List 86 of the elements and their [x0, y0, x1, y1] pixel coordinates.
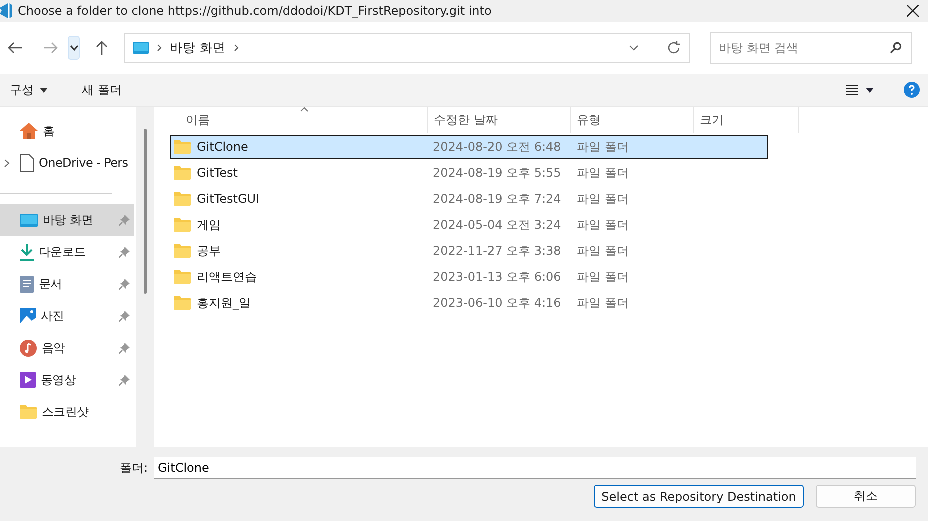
file-type: 파일 폴더	[576, 268, 630, 286]
folder-name-field[interactable]: GitClone	[154, 457, 916, 479]
up-button[interactable]	[94, 39, 110, 57]
file-row[interactable]: 게임 2024-05-04 오전 3:24 파일 폴더	[170, 213, 768, 237]
file-name: 게임	[197, 216, 221, 234]
sidebar-item[interactable]: 음악	[0, 332, 134, 364]
app-logo-icon	[0, 3, 12, 19]
close-icon	[907, 5, 919, 17]
refresh-icon[interactable]	[667, 41, 681, 55]
sidebar-item[interactable]: 문서	[0, 268, 134, 300]
sort-up-icon	[300, 107, 309, 112]
address-bar[interactable]: 바탕 화면	[124, 33, 690, 63]
sidebar-item[interactable]: 스크린샷	[0, 396, 134, 428]
folder-icon	[174, 296, 191, 310]
file-type: 파일 폴더	[576, 294, 630, 312]
file-name: 홍지원_일	[197, 294, 251, 312]
file-row[interactable]: 홍지원_일 2023-06-10 오후 4:16 파일 폴더	[170, 291, 768, 315]
music-icon	[20, 340, 37, 356]
folder-icon	[174, 166, 191, 180]
document-icon	[20, 276, 34, 292]
folder-icon	[20, 405, 37, 419]
folder-icon	[174, 270, 191, 284]
folder-icon	[174, 218, 191, 232]
file-row[interactable]: 공부 2022-11-27 오후 3:38 파일 폴더	[170, 239, 768, 263]
modified-date: 2024-05-04 오전 3:24	[432, 216, 562, 234]
folder-icon	[174, 244, 191, 258]
select-destination-button[interactable]: Select as Repository Destination	[594, 485, 804, 508]
file-type: 파일 폴더	[576, 216, 630, 234]
file-type: 파일 폴더	[576, 138, 630, 156]
file-type: 파일 폴더	[576, 164, 630, 182]
chevron-icon[interactable]	[4, 158, 10, 168]
folder-icon	[174, 192, 191, 206]
sidebar-item[interactable]: 사진	[0, 300, 134, 332]
file-name: GitClone	[197, 140, 248, 154]
picture-icon	[20, 308, 36, 324]
file-row[interactable]: GitClone 2024-08-20 오전 6:48 파일 폴더	[170, 135, 768, 159]
recent-locations-button[interactable]	[68, 36, 80, 60]
modified-date: 2023-01-13 오후 6:06	[432, 268, 562, 286]
file-name: 리액트연습	[197, 268, 257, 286]
view-options-icon[interactable]	[846, 85, 858, 95]
sidebar-item[interactable]: 다운로드	[0, 236, 134, 268]
column-header[interactable]: 유형	[571, 107, 694, 133]
column-header[interactable]: 크기	[694, 107, 799, 133]
modified-date: 2024-08-20 오전 6:48	[432, 138, 562, 156]
help-icon[interactable]	[904, 82, 920, 98]
folder-label: 폴더:	[120, 460, 148, 476]
modified-date: 2023-06-10 오후 4:16	[432, 294, 562, 312]
download-icon	[20, 244, 34, 260]
sidebar-item[interactable]: 바탕 화면	[0, 204, 134, 236]
breadcrumb-item[interactable]: 바탕 화면	[170, 40, 226, 56]
video-icon	[20, 372, 36, 388]
column-header[interactable]: 이름	[170, 107, 428, 133]
file-type: 파일 폴더	[576, 190, 630, 208]
caret-icon[interactable]	[866, 88, 874, 92]
folder-icon	[174, 140, 191, 154]
sidebar-item[interactable]: OneDrive - Pers	[0, 147, 134, 179]
dropdown-icon[interactable]	[629, 45, 639, 51]
file-name: GitTestGUI	[197, 192, 260, 206]
new-folder-button[interactable]: 새 폴더	[80, 80, 124, 100]
desktop-icon	[133, 42, 149, 54]
desktop-icon	[20, 214, 38, 226]
window-title: Choose a folder to clone https://github.com/ddodoi/KDT_FirstRepository.git into	[18, 4, 493, 18]
file-name: 공부	[197, 242, 221, 260]
chevron-icon	[234, 44, 239, 52]
file-type: 파일 폴더	[576, 242, 630, 260]
chevron-down-icon	[70, 45, 78, 51]
file-row[interactable]: 리액트연습 2023-01-13 오후 6:06 파일 폴더	[170, 265, 768, 289]
document-icon	[20, 154, 34, 172]
chevron-icon	[157, 44, 162, 52]
file-name: GitTest	[197, 166, 238, 180]
sidebar-item[interactable]: 동영상	[0, 364, 134, 396]
modified-date: 2024-08-19 오후 7:24	[432, 190, 562, 208]
column-header[interactable]: 수정한 날짜	[428, 107, 571, 133]
sidebar-item[interactable]: 홈	[0, 115, 134, 147]
caret-icon	[40, 88, 48, 92]
search-icon	[890, 42, 902, 54]
cancel-button[interactable]: 취소	[816, 485, 916, 508]
back-button[interactable]	[6, 40, 24, 56]
search-field[interactable]: 바탕 화면 검색	[710, 32, 912, 64]
scrollbar-thumb[interactable]	[144, 129, 146, 294]
file-row[interactable]: GitTest 2024-08-19 오후 5:55 파일 폴더	[170, 161, 768, 185]
house-icon	[20, 123, 38, 139]
modified-date: 2024-08-19 오후 5:55	[432, 164, 562, 182]
modified-date: 2022-11-27 오후 3:38	[432, 242, 562, 260]
organize-menu[interactable]: 구성	[8, 80, 50, 100]
file-row[interactable]: GitTestGUI 2024-08-19 오후 7:24 파일 폴더	[170, 187, 768, 211]
